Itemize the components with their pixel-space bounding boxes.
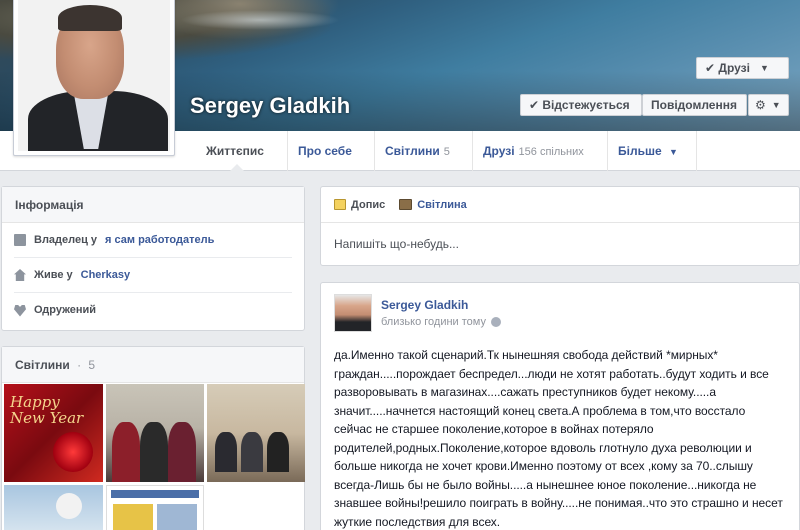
tab-label: Світлини: [385, 144, 440, 158]
note-icon: [334, 199, 346, 210]
chevron-down-icon: ▼: [771, 100, 781, 110]
post-author[interactable]: Sergey Gladkih: [381, 298, 468, 312]
photos-card: Світлини · 5 Happy New Year: [1, 346, 305, 530]
photos-count: 5: [88, 358, 96, 372]
composer-tab-status[interactable]: Допис: [334, 199, 385, 211]
avatar[interactable]: [334, 294, 372, 332]
post-meta: близько години тому: [381, 316, 501, 328]
photo-thumbnail[interactable]: [4, 485, 103, 530]
screenshot-block: [113, 504, 153, 530]
photos-card-header[interactable]: Світлини · 5: [2, 347, 304, 383]
heart-icon: [14, 304, 26, 317]
post-text: да.Именно такой сценарий.Тк нынешняя сво…: [334, 348, 783, 529]
briefcase-icon: [14, 234, 26, 246]
photo-thumbnail[interactable]: [106, 485, 204, 530]
tab-about[interactable]: Про себе: [287, 131, 367, 171]
info-row-relationship: Одружений: [14, 293, 292, 328]
chevron-down-icon: ▼: [759, 63, 769, 73]
greeting-line-2: New Year: [10, 409, 84, 427]
person-figure: [112, 422, 140, 482]
following-button[interactable]: ✔ Відстежується: [520, 94, 642, 116]
photo-thumbnail[interactable]: [207, 384, 305, 482]
city-link[interactable]: Cherkasy: [81, 258, 131, 293]
tab-label: Більше: [618, 144, 662, 158]
intro-card: Інформація Владелец у я сам работодатель…: [1, 186, 305, 331]
photos-separator: ·: [77, 358, 82, 372]
intro-card-title: Інформація: [2, 187, 304, 223]
composer-tabs: Допис Світлина: [321, 187, 799, 223]
info-row-lives: Живе у Cherkasy: [14, 258, 292, 293]
screenshot-block: [157, 504, 197, 530]
message-button[interactable]: Повідомлення: [642, 94, 747, 116]
photos-card-title: Світлини: [15, 358, 70, 372]
gear-icon: ⚙: [755, 98, 766, 112]
composer-tab-label: Світлина: [417, 198, 467, 211]
relationship-text: Одружений: [34, 304, 97, 316]
person-figure: [267, 432, 289, 472]
tab-count: 156 спільних: [518, 146, 584, 158]
work-link[interactable]: я сам работодатель: [105, 223, 214, 258]
work-prefix: Владелец у: [34, 233, 98, 246]
cover-sea-foam: [180, 10, 340, 30]
chevron-down-icon: ▼: [668, 147, 678, 157]
profile-name[interactable]: Sergey Gladkih: [190, 93, 350, 119]
photo-thumbnail[interactable]: Happy New Year: [4, 384, 103, 482]
tab-friends[interactable]: Друзі 156 спільних: [472, 131, 607, 171]
message-button-label: Повідомлення: [651, 98, 737, 112]
tab-count: 5: [443, 146, 450, 158]
person-figure: [168, 422, 196, 482]
composer: Допис Світлина Напишіть що-небудь...: [320, 186, 800, 266]
person-figure: [241, 432, 263, 472]
tab-label: Про себе: [298, 144, 352, 158]
photo-hair: [58, 5, 122, 31]
lives-prefix: Живе у: [34, 268, 73, 281]
photo-icon: [399, 199, 413, 210]
friends-button-label: ✔ Друзі: [705, 61, 750, 75]
post: Sergey Gladkih близько години тому да.Им…: [320, 282, 800, 530]
post-timestamp[interactable]: близько години тому: [381, 316, 486, 328]
info-row-work: Владелец у я сам работодатель: [14, 223, 292, 258]
following-button-label: ✔ Відстежується: [529, 98, 630, 112]
person-figure: [140, 422, 168, 482]
friends-button[interactable]: ✔ Друзі ▼: [696, 57, 789, 79]
home-icon: [14, 269, 26, 281]
profile-photo: [18, 0, 170, 151]
greeting-text: Happy New Year: [10, 394, 83, 426]
composer-tab-label: Допис: [351, 198, 386, 211]
photo-thumbnail[interactable]: [106, 384, 204, 482]
tab-label: Друзі: [483, 144, 515, 158]
rose-image: [53, 432, 93, 472]
tab-label: Життєпис: [206, 144, 264, 158]
active-tab-indicator: [230, 164, 244, 171]
settings-button[interactable]: ⚙ ▼: [748, 94, 789, 116]
profile-picture[interactable]: [13, 0, 175, 156]
person-head: [56, 493, 82, 519]
tab-more[interactable]: Більше ▼: [607, 131, 697, 171]
globe-icon[interactable]: [490, 317, 501, 327]
tab-photos[interactable]: Світлини 5: [374, 131, 472, 171]
composer-tab-photo[interactable]: Світлина: [399, 199, 467, 211]
composer-input[interactable]: Напишіть що-небудь...: [321, 223, 799, 265]
person-figure: [215, 432, 237, 472]
screenshot-bar: [111, 490, 199, 498]
